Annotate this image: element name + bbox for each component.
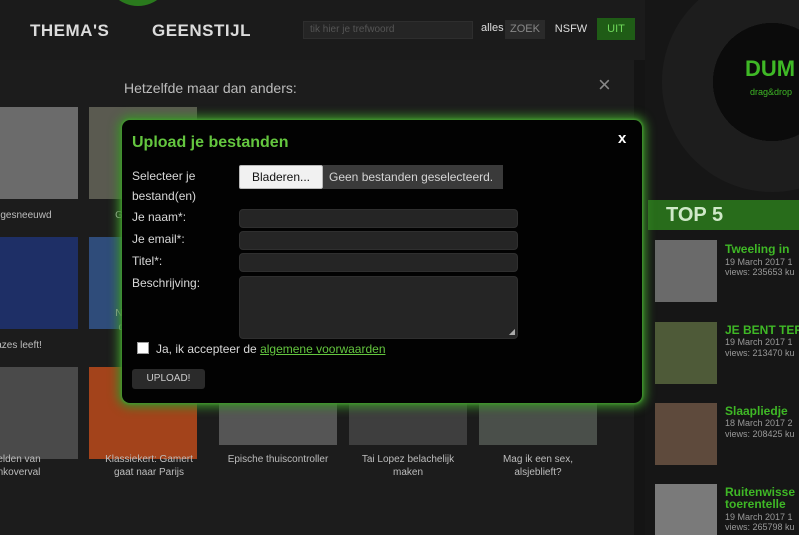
- search-button[interactable]: ZOEK: [505, 20, 545, 39]
- title-field[interactable]: [239, 253, 518, 272]
- terms-text: Ja, ik accepteer de algemene voorwaarden: [156, 342, 386, 356]
- description-textarea[interactable]: ◢: [239, 276, 518, 339]
- top5-title: TOP 5: [666, 204, 724, 226]
- top5-item[interactable]: Ruitenwisse toerentelle 19 March 2017 1 …: [655, 484, 799, 535]
- top5-item-title-line2[interactable]: toerentelle: [725, 497, 786, 511]
- related-thumbnail[interactable]: [0, 367, 78, 459]
- name-label: Je naam*:: [132, 210, 187, 224]
- top5-item-date: 19 March 2017 1: [725, 337, 793, 347]
- terms-checkbox[interactable]: [137, 342, 149, 354]
- top5-item-views: views: 235653 ku: [725, 267, 795, 277]
- top5-item[interactable]: Slaapliedje 18 March 2017 2 views: 20842…: [655, 403, 799, 473]
- top5-item-title[interactable]: Tweeling in: [725, 242, 789, 256]
- nav-geenstijl[interactable]: GEENSTIJL: [152, 21, 251, 41]
- related-thumbnail[interactable]: [219, 403, 337, 445]
- top5-item-date: 18 March 2017 2: [725, 418, 793, 428]
- no-file-selected-text: Geen bestanden geselecteerd.: [323, 165, 503, 189]
- site-logo[interactable]: [105, 0, 171, 6]
- close-icon[interactable]: x: [618, 130, 626, 147]
- related-panel-title: Hetzelfde maar dan anders:: [124, 80, 297, 96]
- top5-header: TOP 5: [648, 200, 799, 230]
- related-caption[interactable]: alsjeblieft?: [479, 466, 597, 479]
- nsfw-toggle-label[interactable]: NSFW: [550, 20, 592, 39]
- terms-prefix: Ja, ik accepteer de: [156, 342, 257, 356]
- upload-modal-title: Upload je bestanden: [132, 134, 289, 151]
- browse-button[interactable]: Bladeren...: [239, 165, 323, 189]
- nsfw-off-button[interactable]: UIT: [597, 18, 635, 40]
- top5-item-title[interactable]: Slaapliedje: [725, 404, 788, 418]
- related-caption[interactable]: gaat naar Parijs: [90, 466, 208, 479]
- resize-grip-icon[interactable]: ◢: [509, 328, 515, 336]
- description-label: Beschrijving:: [132, 276, 201, 290]
- upload-modal: Upload je bestanden x Selecteer je besta…: [122, 120, 642, 403]
- related-caption[interactable]: Klassiekert: Gamert: [90, 453, 208, 466]
- related-caption[interactable]: maken: [349, 466, 467, 479]
- terms-link[interactable]: algemene voorwaarden: [260, 342, 385, 356]
- top5-thumbnail[interactable]: [655, 484, 717, 535]
- related-panel-close-icon[interactable]: ×: [598, 74, 611, 96]
- email-label: Je email*:: [132, 232, 185, 246]
- page: THEMA'S GEENSTIJL tik hier je trefwoord …: [0, 0, 799, 535]
- dump-title[interactable]: DUM: [745, 56, 795, 82]
- top5-thumbnail[interactable]: [655, 240, 717, 302]
- top5-item-views: views: 213470 ku: [725, 348, 795, 358]
- related-caption[interactable]: Tai Lopez belachelijk: [349, 453, 467, 466]
- file-select-label-line2: bestand(en): [132, 189, 197, 203]
- top5-item[interactable]: JE BENT TER 19 March 2017 1 views: 21347…: [655, 322, 799, 392]
- upload-button[interactable]: UPLOAD!: [132, 369, 205, 389]
- related-thumbnail[interactable]: [0, 237, 78, 329]
- top5-item-views: views: 208425 ku: [725, 429, 795, 439]
- top5-item-title[interactable]: JE BENT TER: [725, 323, 799, 337]
- related-thumbnail[interactable]: [349, 403, 467, 445]
- name-field[interactable]: [239, 209, 518, 228]
- search-input[interactable]: tik hier je trefwoord: [303, 21, 473, 39]
- top5-thumbnail[interactable]: [655, 403, 717, 465]
- title-label: Titel*:: [132, 254, 163, 268]
- top5-item-views: views: 265798 ku: [725, 522, 795, 532]
- top5-item[interactable]: Tweeling in 19 March 2017 1 views: 23565…: [655, 240, 799, 310]
- related-thumbnail[interactable]: [0, 107, 78, 199]
- related-caption[interactable]: elden van: [0, 453, 78, 466]
- top5-item-date: 19 March 2017 1: [725, 512, 793, 522]
- related-caption[interactable]: nkoverval: [0, 466, 78, 479]
- dump-subtitle: drag&drop: [750, 87, 793, 97]
- top5-item-date: 19 March 2017 1: [725, 257, 793, 267]
- top5-thumbnail[interactable]: [655, 322, 717, 384]
- nav-themas[interactable]: THEMA'S: [30, 21, 109, 41]
- email-field[interactable]: [239, 231, 518, 250]
- filter-alles[interactable]: alles: [481, 22, 504, 34]
- related-caption[interactable]: Mag ik een sex,: [479, 453, 597, 466]
- file-select-label: Selecteer je: [132, 169, 196, 183]
- related-thumbnail[interactable]: [479, 403, 597, 445]
- related-caption[interactable]: azes leeft!: [0, 339, 78, 352]
- related-caption[interactable]: Epische thuiscontroller: [219, 453, 337, 466]
